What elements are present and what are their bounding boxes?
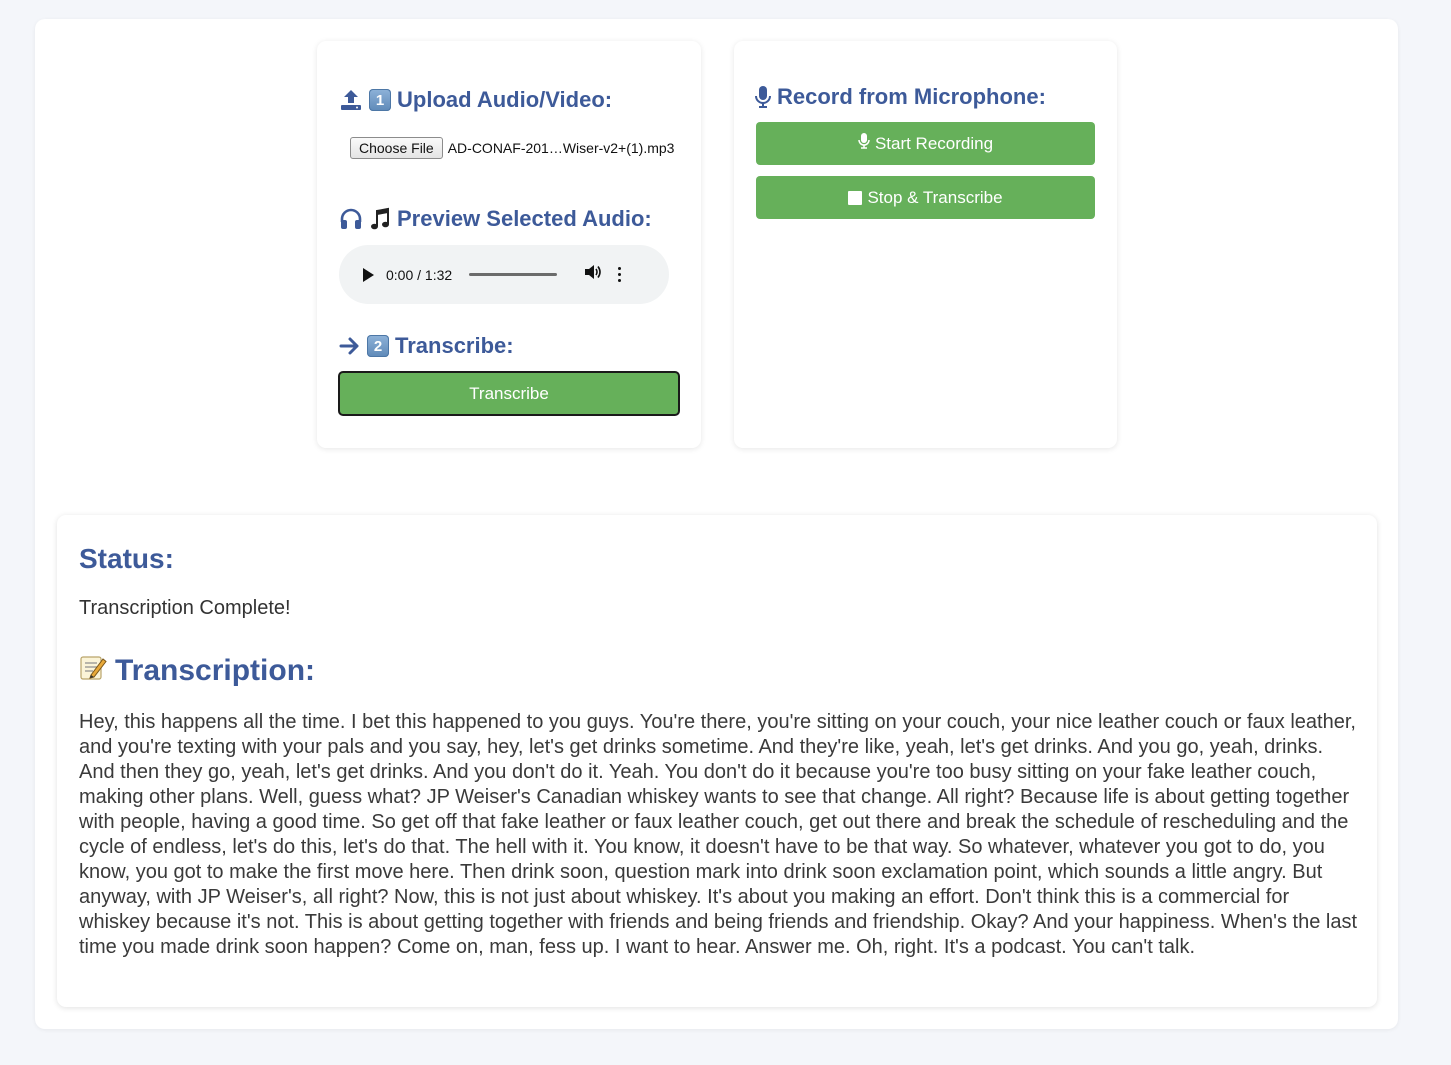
upload-icon: [339, 88, 363, 112]
microphone-icon: [858, 132, 870, 155]
upload-heading-label: Upload Audio/Video:: [397, 87, 613, 112]
headphones-icon: [339, 208, 363, 230]
audio-player[interactable]: 0:00 / 1:32: [339, 245, 669, 304]
record-heading-label: Record from Microphone:: [777, 84, 1046, 109]
memo-icon: [79, 653, 107, 689]
transcription-text: Hey, this happens all the time. I bet th…: [79, 711, 1358, 958]
file-input[interactable]: Choose File AD-CONAF-201…Wiser-v2+(1).mp…: [350, 137, 674, 159]
microphone-icon: [755, 85, 771, 109]
status-title: Status:: [79, 543, 174, 574]
record-heading: Record from Microphone:: [755, 84, 1046, 110]
start-recording-button[interactable]: Start Recording: [756, 122, 1095, 165]
transcribe-heading-label: Transcribe:: [395, 333, 514, 358]
start-recording-label: Start Recording: [874, 133, 994, 153]
upload-heading: 1 Upload Audio/Video:: [339, 87, 612, 113]
selected-file-name: AD-CONAF-201…Wiser-v2+(1).mp3: [447, 140, 675, 156]
stop-icon: [848, 190, 863, 205]
more-options-icon[interactable]: [618, 267, 622, 282]
transcribe-button[interactable]: Transcribe: [338, 371, 680, 416]
stop-transcribe-button[interactable]: Stop & Transcribe: [756, 176, 1095, 219]
step-one-badge: 1: [369, 89, 391, 111]
choose-file-button[interactable]: Choose File: [350, 137, 443, 159]
play-icon[interactable]: [363, 267, 374, 282]
audio-time: 0:00 / 1:32: [386, 266, 453, 283]
volume-icon[interactable]: [584, 264, 602, 285]
preview-heading-label: Preview Selected Audio:: [397, 206, 652, 231]
transcription-heading: Transcription:: [79, 653, 315, 689]
status-text: Transcription Complete!: [79, 597, 291, 619]
preview-heading: Preview Selected Audio:: [339, 206, 652, 232]
record-panel: Record from Microphone: Start Recording …: [734, 41, 1117, 448]
music-note-icon: [369, 207, 391, 231]
arrow-right-icon: [339, 336, 361, 356]
transcribe-heading: 2 Transcribe:: [339, 333, 514, 359]
transcription-heading-label: Transcription:: [115, 654, 316, 687]
status-card: Status: Transcription Complete! Transcri…: [57, 515, 1377, 1007]
upload-panel: 1 Upload Audio/Video: Choose File AD-CON…: [317, 41, 701, 448]
seek-bar[interactable]: [469, 273, 558, 276]
step-two-badge: 2: [367, 335, 389, 357]
stop-transcribe-label: Stop & Transcribe: [867, 187, 1003, 207]
